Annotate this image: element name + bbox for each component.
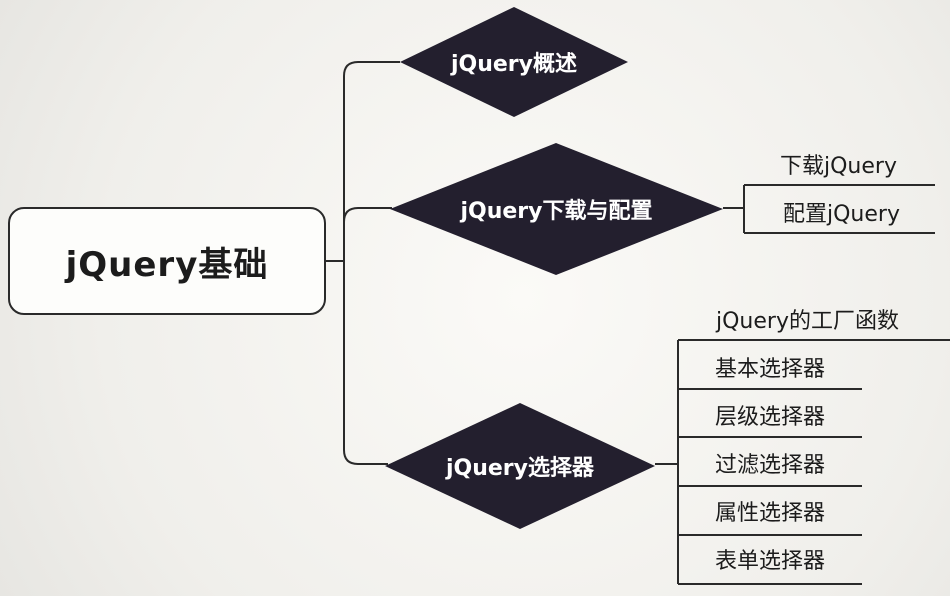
branch-connector-download [343, 207, 392, 223]
branch-label-overview: jQuery概述 [450, 52, 578, 77]
branch-node-overview[interactable]: jQuery概述 [400, 7, 628, 117]
leaf-download-jquery[interactable]: 下载jQuery [780, 156, 897, 178]
leaf-basic-selector[interactable]: 基本选择器 [715, 359, 825, 381]
leaf-factory-function[interactable]: jQuery的工厂函数 [716, 311, 899, 333]
root-label: jQuery基础 [65, 244, 269, 285]
leaf-filter-selector[interactable]: 过滤选择器 [715, 455, 825, 477]
mind-map: jQuery基础 jQuery概述 jQuery下载与配置 jQuery选择器 … [0, 0, 950, 596]
root-node[interactable]: jQuery基础 [8, 207, 326, 315]
leaf-hierarchy-selector[interactable]: 层级选择器 [715, 407, 825, 429]
leaf-form-selector[interactable]: 表单选择器 [715, 551, 825, 573]
leaf-attribute-selector[interactable]: 属性选择器 [715, 503, 825, 525]
branch-node-selectors[interactable]: jQuery选择器 [385, 403, 655, 529]
branch-node-download-config[interactable]: jQuery下载与配置 [390, 143, 723, 275]
branch-label-download-config: jQuery下载与配置 [460, 199, 653, 224]
leaf-config-jquery[interactable]: 配置jQuery [783, 204, 900, 226]
branch-label-selectors: jQuery选择器 [445, 456, 595, 481]
